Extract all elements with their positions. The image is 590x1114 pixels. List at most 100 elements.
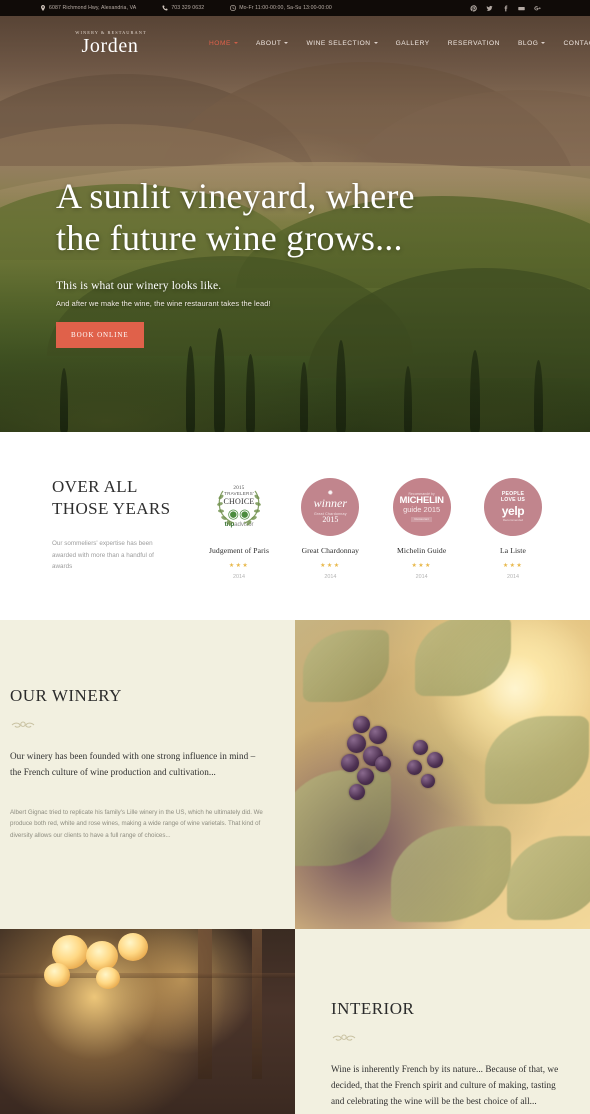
awards-section: OVER ALL THOSE YEARS Our sommeliers' exp… — [0, 432, 590, 620]
nav-item-about[interactable]: About — [247, 40, 297, 47]
awards-title-line-2: THOSE YEARS — [52, 499, 171, 519]
yelp-badge-top-2: LOVE US — [500, 497, 526, 503]
hero-title: A sunlit vineyard, where the future wine… — [56, 176, 415, 260]
award-item: 2015 TRAVELERS' CHOICE ◉◉ tripadvisor Ju… — [196, 478, 282, 580]
yelp-badge-foot: Recommended — [502, 517, 524, 522]
facebook-icon[interactable] — [502, 5, 509, 12]
window-frame — [198, 929, 212, 1079]
yelp-badge-main: yelp — [501, 503, 525, 518]
hero-content: A sunlit vineyard, where the future wine… — [56, 176, 415, 348]
chevron-down-icon — [284, 42, 289, 44]
flickr-icon[interactable] — [518, 5, 525, 12]
winery-lead: Our winery has been founded with one str… — [10, 751, 256, 777]
winner-badge-main: winner — [313, 495, 347, 510]
chevron-down-icon — [541, 42, 546, 44]
award-stars: ★★★ — [411, 563, 432, 569]
topbar-phone-text: 703 329 0632 — [171, 5, 205, 11]
topbar-hours-text: Mo-Fr 11:00-00:00, Sa-Su 13:00-00:00 — [239, 5, 332, 11]
grape — [413, 740, 428, 755]
site-header: Winery & Restaurant Jorden Home About Wi… — [0, 16, 590, 70]
grape — [341, 754, 359, 772]
interior-image — [0, 929, 295, 1114]
nav-item-gallery[interactable]: Gallery — [387, 40, 439, 47]
twitter-icon[interactable] — [486, 5, 493, 12]
nav-label: Blog — [517, 39, 539, 47]
site-logo[interactable]: Winery & Restaurant Jorden — [46, 30, 174, 56]
award-item: Recommandé by MICHELIN guide 2015 Restau… — [379, 478, 465, 580]
winery-image — [295, 620, 590, 929]
award-year: 2014 — [233, 574, 245, 580]
pendant-lamp — [96, 967, 120, 989]
nav-item-reservation[interactable]: Reservation — [439, 40, 509, 47]
vine-leaf — [391, 826, 511, 922]
award-year: 2014 — [506, 574, 519, 580]
award-item: ✹ winner Great Chardonnay 2015 Great Cha… — [287, 478, 373, 580]
clock-icon — [230, 5, 237, 11]
grape — [369, 726, 387, 744]
yelp-badge-icon: PEOPLE LOVE US yelp Recommended — [483, 478, 542, 536]
map-pin-icon — [40, 5, 46, 11]
vine-leaf — [295, 770, 391, 866]
book-online-button[interactable]: Book Online — [56, 321, 144, 348]
nav-item-contact-us[interactable]: Contact Us — [554, 40, 590, 47]
michelin-badge-icon: Recommandé by MICHELIN guide 2015 Restau… — [392, 478, 451, 536]
nav-label: About — [255, 39, 282, 47]
topbar-address: 6087 Richmond Hwy, Alexandria, VA — [40, 5, 136, 11]
grape — [375, 756, 391, 772]
grape — [427, 752, 443, 768]
award-stars: ★★★ — [502, 563, 524, 569]
laurel-wreath-icon — [210, 478, 268, 536]
top-info-bar: 6087 Richmond Hwy, Alexandria, VA 703 32… — [0, 0, 590, 16]
interior-text-pane: INTERIOR Wine is inherently French by it… — [295, 929, 590, 1114]
award-stars: ★★★ — [228, 563, 250, 569]
google-plus-icon[interactable] — [534, 5, 541, 12]
pendant-lamp — [44, 963, 70, 987]
winery-section: OUR WINERY Our winery has been founded w… — [0, 620, 590, 929]
nav-item-wine-selection[interactable]: Wine Selection — [297, 40, 386, 47]
vineyard-grapes-photo — [295, 620, 590, 929]
window-frame — [252, 929, 262, 1079]
hero-title-line-2: the future wine grows... — [56, 217, 403, 258]
award-name: La Liste — [500, 546, 526, 555]
page-root: 6087 Richmond Hwy, Alexandria, VA 703 32… — [0, 0, 590, 1114]
award-name: Michelin Guide — [397, 546, 447, 555]
vine-leaf — [303, 630, 389, 702]
topbar-phone[interactable]: 703 329 0632 — [162, 5, 204, 11]
hero-section: Winery & Restaurant Jorden Home About Wi… — [0, 16, 590, 432]
award-year: 2014 — [324, 574, 337, 580]
pendant-lamp — [118, 933, 148, 961]
interior-lead: Wine is inherently French by its nature.… — [331, 1064, 559, 1106]
awards-title-line-1: OVER ALL — [52, 477, 138, 496]
nav-item-blog[interactable]: Blog — [509, 40, 555, 47]
awards-list: 2015 TRAVELERS' CHOICE ◉◉ tripadvisor Ju… — [196, 476, 590, 580]
award-name: Great Chardonnay — [301, 546, 360, 555]
logo-name: Jorden — [81, 35, 139, 57]
hero-subtitle-secondary: And after we make the wine, the wine res… — [56, 298, 271, 308]
winery-body: Albert Gignac tried to replicate his fam… — [10, 808, 263, 839]
pendant-lamp — [86, 941, 118, 971]
tripadvisor-badge-icon: 2015 TRAVELERS' CHOICE ◉◉ tripadvisor — [210, 478, 268, 536]
grape — [349, 784, 365, 800]
chevron-down-icon — [233, 42, 238, 44]
award-year: 2014 — [415, 574, 428, 580]
restaurant-interior-photo — [0, 929, 295, 1114]
topbar-address-text: 6087 Richmond Hwy, Alexandria, VA — [49, 5, 137, 11]
winner-badge-year: 2015 — [322, 514, 339, 524]
hero-title-line-1: A sunlit vineyard, where — [56, 176, 415, 216]
winery-text-pane: OUR WINERY Our winery has been founded w… — [0, 620, 295, 929]
award-stars: ★★★ — [320, 563, 341, 569]
grape — [347, 734, 366, 753]
interior-section: INTERIOR Wine is inherently French by it… — [0, 929, 590, 1114]
nav-item-home[interactable]: Home — [200, 40, 247, 47]
grape — [353, 716, 370, 733]
pinterest-icon[interactable] — [470, 4, 477, 12]
nav-label: Reservation — [447, 39, 500, 47]
grape — [421, 774, 435, 788]
nav-label: Home — [209, 39, 231, 47]
nav-label: Wine Selection — [306, 39, 371, 47]
awards-description: Our sommeliers' expertise has been award… — [52, 539, 154, 571]
awards-intro: OVER ALL THOSE YEARS Our sommeliers' exp… — [0, 476, 196, 573]
chevron-down-icon — [373, 42, 378, 44]
awards-title: OVER ALL THOSE YEARS — [52, 476, 196, 521]
nav-label: Gallery — [395, 39, 430, 47]
